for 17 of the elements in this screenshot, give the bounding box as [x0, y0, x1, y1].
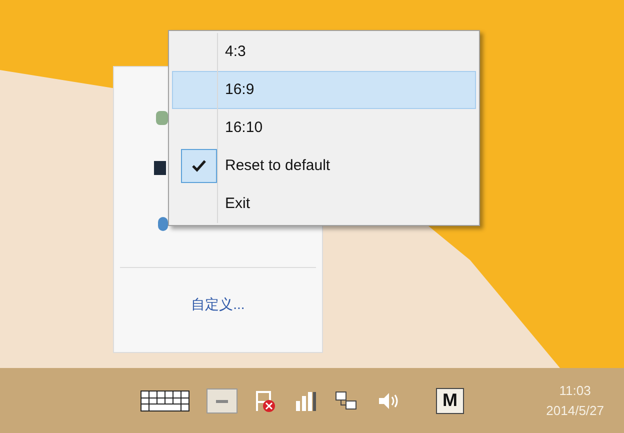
customize-link[interactable]: 自定义... [191, 294, 245, 315]
menu-item[interactable]: 16:10 [172, 109, 476, 147]
menu-item-label: 16:10 [225, 118, 263, 138]
flag-error-icon[interactable] [254, 388, 278, 412]
menu-item-label: Exit [225, 194, 250, 214]
window-icon[interactable] [206, 388, 238, 414]
menu-item[interactable]: 16:9 [172, 71, 476, 109]
input-method-indicator[interactable]: M [436, 388, 464, 414]
menu-item[interactable]: 4:3 [172, 33, 476, 71]
tray-app-icon[interactable] [156, 111, 168, 125]
menu-item[interactable]: Reset to default [172, 147, 476, 185]
keyboard-icon[interactable] [140, 390, 190, 412]
menu-item-label: 16:9 [225, 80, 254, 100]
menu-item-label: 4:3 [225, 42, 246, 62]
tray-app-icon[interactable] [158, 217, 168, 231]
menu-item-label: Reset to default [225, 156, 330, 176]
menu-item[interactable]: Exit [172, 185, 476, 223]
